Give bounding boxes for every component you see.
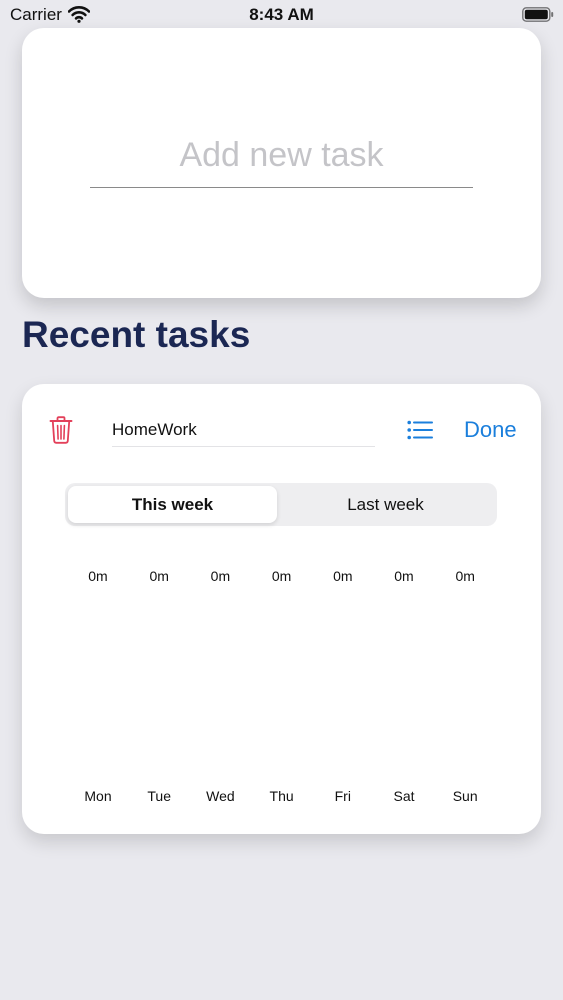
clock: 8:43 AM	[249, 5, 314, 24]
chart-day-label: Thu	[269, 788, 294, 804]
chart-value-label: 0m	[271, 568, 292, 584]
chart-value-label: 0m	[149, 568, 169, 584]
chart-day-label: Sat	[393, 788, 415, 804]
status-bar: Carrier 8:43 AM	[0, 0, 563, 30]
chart-value-label: 0m	[210, 568, 231, 584]
recent-task-card: Done This week Last week 0m Mon 0m Tue 0m Wed…	[22, 384, 541, 834]
battery-icon	[522, 7, 554, 22]
week-segmented-control: This week Last week	[65, 483, 497, 526]
chart-day-label: Wed	[206, 788, 235, 804]
chart-day-label: Fri	[334, 788, 351, 804]
chart-day-label: Sun	[452, 788, 478, 804]
done-button[interactable]: Done	[464, 417, 517, 443]
chart-value-label: 0m	[333, 568, 353, 584]
add-task-card	[22, 28, 541, 298]
chart-value-label: 0m	[394, 568, 414, 584]
chart-day-label: Tue	[147, 788, 171, 804]
segment-this-week[interactable]: This week	[68, 486, 277, 523]
task-name-field[interactable]	[112, 418, 375, 447]
weekly-time-chart: 0m Mon 0m Tue 0m Wed 0m Thu 0m Fri 0m Sat 0m Sun	[22, 384, 541, 834]
add-task-input[interactable]	[90, 136, 473, 188]
trash-icon[interactable]	[49, 416, 73, 444]
chart-day-label: Mon	[84, 788, 112, 804]
chart-value-label: 0m	[455, 568, 475, 584]
recent-tasks-title: Recent tasks	[22, 314, 251, 355]
segment-last-week[interactable]: Last week	[277, 486, 494, 523]
list-icon[interactable]	[407, 420, 433, 440]
chart-value-label: 0m	[88, 568, 108, 584]
